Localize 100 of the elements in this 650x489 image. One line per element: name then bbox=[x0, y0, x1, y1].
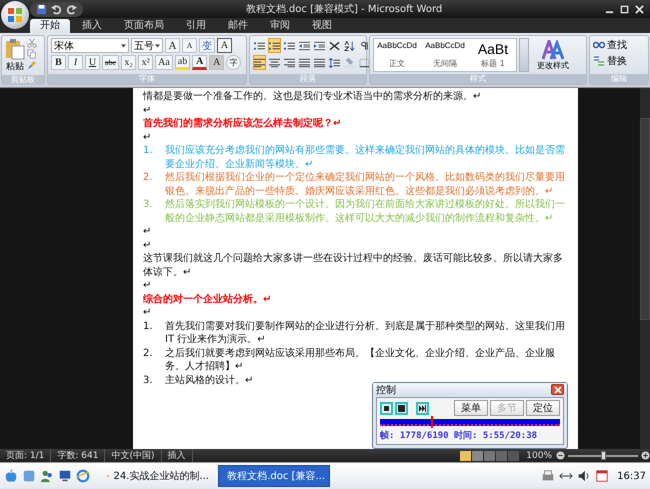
character-border-button[interactable]: A bbox=[217, 38, 232, 53]
brush-icon[interactable] bbox=[27, 60, 37, 70]
sort-icon bbox=[344, 40, 355, 50]
list-item-text: 我们应该充分考虑我们的网站有那些需要。这样来确定我们网站的具体的模块。比如是否需要企业介绍。企业新闻等模块。↵ bbox=[165, 144, 566, 171]
group-label: 剪贴板 bbox=[2, 75, 44, 85]
grow-font-button[interactable]: A bbox=[165, 38, 180, 53]
dropdown-arrow-icon[interactable] bbox=[155, 44, 160, 48]
ribbon-tab[interactable]: 引用 bbox=[176, 19, 216, 33]
close-button[interactable] bbox=[551, 384, 564, 395]
speaker-icon[interactable] bbox=[577, 469, 592, 483]
list-number: 2. bbox=[143, 346, 154, 360]
left-button[interactable] bbox=[253, 55, 266, 70]
list-item-text: 之后我们就要考虑到网站应该采用那些布局。【企业文化、企业介绍、企业产品、企业服务。人才招聘】↵ bbox=[165, 346, 556, 374]
asian-icon bbox=[329, 40, 340, 50]
stop-button[interactable] bbox=[395, 402, 408, 414]
change-styles-button[interactable]: 更改样式 bbox=[531, 38, 575, 72]
close-icon[interactable] bbox=[635, 4, 644, 14]
case-button[interactable]: Aa bbox=[155, 55, 173, 70]
square-icon bbox=[383, 404, 390, 412]
redo-icon[interactable] bbox=[66, 4, 77, 14]
find-button[interactable]: 查找 bbox=[593, 38, 645, 52]
window-title: 控制 bbox=[376, 384, 396, 396]
undo-icon[interactable] bbox=[51, 4, 62, 14]
sub-button[interactable]: x₂ bbox=[121, 55, 136, 70]
group-label: 编辑 bbox=[590, 74, 648, 84]
group-label: 段落 bbox=[250, 74, 366, 84]
list-item-text: 首先我们需要对我们要制作网站的企业进行分析。到底是属于那种类型的网站。这里我们用 IT 行业来作为演示。↵ bbox=[165, 320, 566, 346]
indent-icon bbox=[314, 40, 325, 50]
binoculars-icon bbox=[593, 40, 605, 50]
color-button[interactable]: A bbox=[192, 55, 208, 70]
skip-button[interactable] bbox=[416, 402, 429, 414]
progress-track[interactable] bbox=[380, 419, 560, 426]
view-buttons-icon[interactable] bbox=[460, 450, 520, 460]
spacing-button[interactable] bbox=[328, 55, 341, 70]
center-icon bbox=[269, 58, 280, 68]
list-number: 1. bbox=[143, 320, 154, 334]
list-item-text: 然后落实到我们网站模板的一个设计。因为我们在前面给大家讲过模板的好处。所以我们一般的企业静态网站都是采用模板制作。这样可以大大的减少我们的制作流程和复杂性。↵ bbox=[165, 198, 566, 225]
paragraph: ↵ bbox=[143, 104, 152, 117]
clock: 16:37 bbox=[617, 470, 646, 482]
browser-icon[interactable] bbox=[76, 469, 90, 483]
group-label: 字体 bbox=[48, 74, 246, 84]
paste-button[interactable]: 粘贴 bbox=[5, 38, 25, 73]
paragraph: ↵ bbox=[143, 225, 152, 238]
taskbar-button[interactable]: 教程文档.doc [兼容... bbox=[218, 465, 330, 487]
outdent-icon bbox=[299, 40, 310, 50]
list-item-text: 然后我们根据我们企业的一个定位来确定我们网站的一个风格。比如数码类的我们尽量要用银色。来脱出产品的一些特质。婚庆网应该采用红色。这些都是我们必须说考虑到的。↵ bbox=[165, 171, 566, 198]
monitor-icon[interactable] bbox=[58, 469, 72, 483]
control-button[interactable]: 定位 bbox=[526, 400, 560, 416]
font-size-field[interactable]: 五号 bbox=[131, 38, 163, 53]
gallery-scrollbar[interactable] bbox=[519, 38, 529, 72]
justify-icon bbox=[299, 58, 310, 68]
letters-icon bbox=[542, 40, 564, 60]
underline-button[interactable]: U bbox=[85, 55, 100, 70]
numbering-button[interactable] bbox=[268, 38, 281, 53]
ribbon-tab[interactable]: 审阅 bbox=[260, 19, 300, 33]
italic-button[interactable]: I bbox=[68, 55, 83, 70]
enclose-button[interactable]: 字 bbox=[226, 55, 242, 70]
sort-button[interactable] bbox=[343, 38, 356, 53]
zoom-slider-thumb[interactable] bbox=[601, 450, 606, 460]
list-number: 3. bbox=[143, 198, 154, 212]
save-icon[interactable] bbox=[36, 4, 47, 14]
calendar-icon[interactable] bbox=[595, 469, 610, 483]
desktop-icon[interactable] bbox=[22, 469, 36, 483]
playback-readout: 帧: 1778/6190 时间: 5:55/20:38 bbox=[380, 429, 538, 442]
stop-button[interactable] bbox=[380, 402, 393, 414]
ribbon-tab[interactable]: 邮件 bbox=[218, 19, 258, 33]
font-name-field[interactable]: 宋体 bbox=[51, 38, 129, 53]
paragraph: ↵ bbox=[143, 130, 152, 144]
list-number: 3. bbox=[143, 374, 154, 387]
ribbon-tab[interactable]: 开始 bbox=[30, 19, 70, 33]
zoom-out-icon[interactable] bbox=[556, 451, 565, 460]
progress-marker[interactable] bbox=[430, 416, 433, 428]
right-icon bbox=[284, 58, 295, 68]
taskbar-button[interactable]: 24.实战企业站的制... bbox=[102, 465, 214, 487]
ribbon-tab[interactable]: 页面布局 bbox=[114, 19, 174, 33]
shrink-font-button[interactable]: A bbox=[182, 38, 197, 53]
shading-icon bbox=[344, 58, 355, 68]
strike-button[interactable]: abe bbox=[102, 55, 120, 70]
highlight-button[interactable]: ab bbox=[174, 55, 190, 70]
vertical-scrollbar[interactable] bbox=[640, 88, 650, 449]
distribute-icon bbox=[314, 58, 325, 68]
control-button[interactable]: 菜单 bbox=[454, 400, 488, 416]
office-logo-icon bbox=[7, 7, 23, 23]
copy-icon[interactable] bbox=[27, 49, 37, 59]
replace-button[interactable]: 替换 bbox=[593, 54, 645, 68]
spacing-icon bbox=[329, 58, 340, 68]
shade-button[interactable]: A bbox=[209, 55, 224, 70]
bold-button[interactable]: B bbox=[51, 55, 66, 70]
apple-logo-icon[interactable] bbox=[4, 469, 18, 483]
fast-forward-icon bbox=[419, 404, 426, 412]
sup-button[interactable]: x² bbox=[138, 55, 154, 70]
maximize-icon[interactable] bbox=[620, 4, 629, 14]
phonetic-guide-button[interactable]: 变 bbox=[199, 38, 215, 53]
zoom-level: 100% bbox=[526, 450, 552, 460]
scissors-icon[interactable] bbox=[27, 38, 37, 48]
ribbon-tab[interactable]: 视图 bbox=[302, 19, 342, 33]
dropdown-arrow-icon[interactable] bbox=[121, 44, 126, 48]
people-icon[interactable] bbox=[40, 469, 54, 483]
ribbon-tab[interactable]: 插入 bbox=[72, 19, 112, 33]
zoom-in-icon[interactable] bbox=[641, 451, 650, 460]
